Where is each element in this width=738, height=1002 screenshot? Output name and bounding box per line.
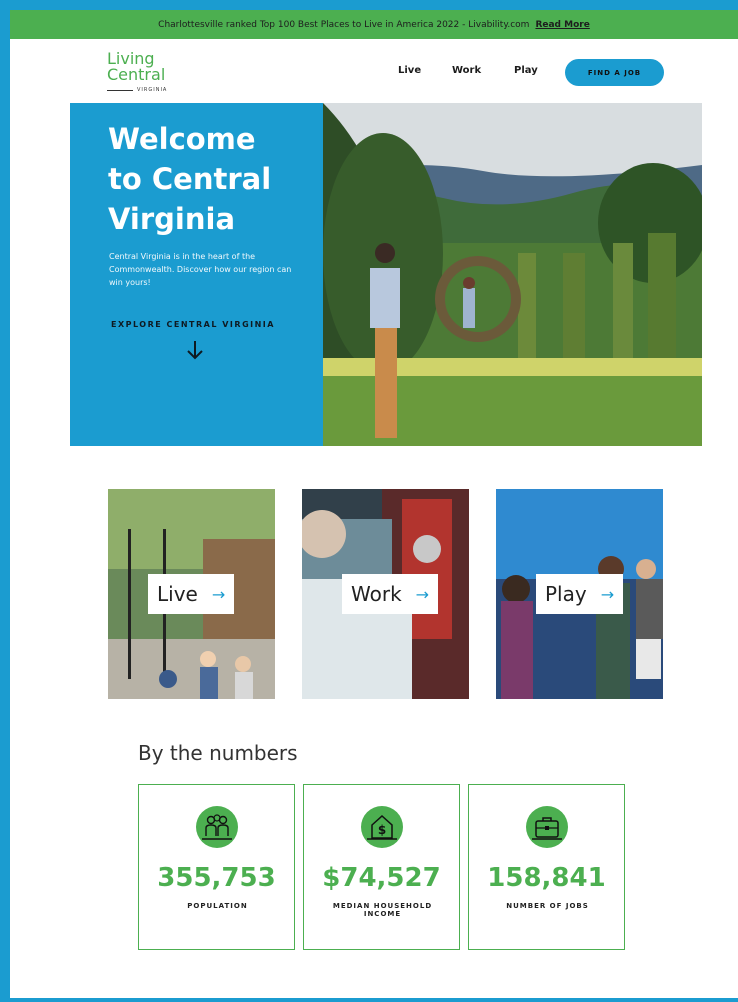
hero-panel: Welcome to Central Virginia Central Virg… bbox=[70, 103, 323, 446]
stat-value: 158,841 bbox=[487, 863, 606, 893]
site-logo[interactable]: Living Central VIRGINIA bbox=[107, 51, 197, 103]
nav-live[interactable]: Live bbox=[398, 65, 421, 76]
house-dollar-icon: $ bbox=[361, 806, 403, 848]
find-a-job-button[interactable]: FIND A JOB bbox=[565, 59, 664, 86]
stat-income: $ $74,527 MEDIAN HOUSEHOLD INCOME bbox=[303, 784, 460, 950]
people-icon bbox=[196, 806, 238, 848]
nav-work[interactable]: Work bbox=[452, 65, 481, 76]
arrow-right-icon: → bbox=[415, 584, 430, 604]
arrow-down-icon[interactable] bbox=[186, 339, 204, 361]
svg-text:$: $ bbox=[378, 823, 386, 837]
logo-line-2: Central bbox=[107, 65, 166, 84]
arrow-right-icon: → bbox=[600, 584, 615, 604]
hero-photo bbox=[323, 103, 702, 446]
nav-play[interactable]: Play bbox=[514, 65, 538, 76]
explore-link[interactable]: EXPLORE CENTRAL VIRGINIA bbox=[111, 320, 275, 329]
announcement-bar: Charlottesville ranked Top 100 Best Plac… bbox=[10, 10, 738, 39]
card-work[interactable]: Work → bbox=[302, 489, 469, 699]
arrow-right-icon: → bbox=[211, 584, 226, 604]
briefcase-icon bbox=[526, 806, 568, 848]
stat-label: POPULATION bbox=[187, 902, 248, 910]
card-live[interactable]: Live → bbox=[108, 489, 275, 699]
card-play-label: Play → bbox=[536, 574, 624, 614]
page: Charlottesville ranked Top 100 Best Plac… bbox=[10, 10, 738, 998]
hero-title: Welcome to Central Virginia bbox=[108, 122, 272, 236]
stat-population: 355,753 POPULATION bbox=[138, 784, 295, 950]
stat-jobs: 158,841 NUMBER OF JOBS bbox=[468, 784, 625, 950]
card-live-label: Live → bbox=[148, 574, 235, 614]
card-play[interactable]: Play → bbox=[496, 489, 663, 699]
logo-line-3: VIRGINIA bbox=[107, 87, 167, 93]
stat-label: NUMBER OF JOBS bbox=[506, 902, 589, 910]
stat-value: 355,753 bbox=[157, 863, 276, 893]
read-more-link[interactable]: Read More bbox=[535, 20, 589, 30]
card-work-label: Work → bbox=[342, 574, 439, 614]
numbers-title: By the numbers bbox=[138, 741, 298, 765]
stat-label: MEDIAN HOUSEHOLD INCOME bbox=[332, 902, 433, 918]
hero-section: Welcome to Central Virginia Central Virg… bbox=[70, 103, 702, 446]
announcement-text: Charlottesville ranked Top 100 Best Plac… bbox=[158, 19, 530, 30]
stat-value: $74,527 bbox=[322, 863, 441, 893]
hero-description: Central Virginia is in the heart of the … bbox=[109, 252, 292, 287]
